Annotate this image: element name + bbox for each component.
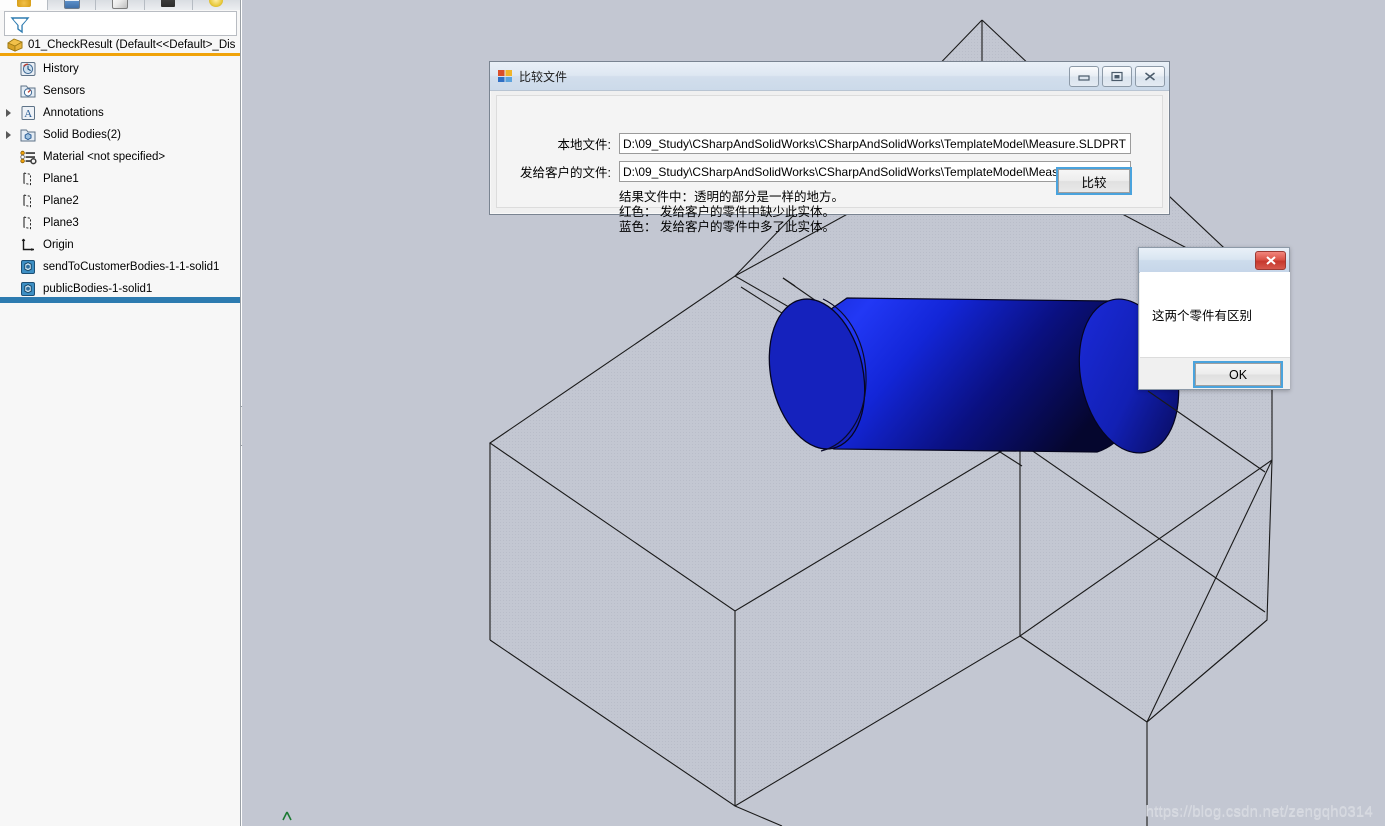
close-button[interactable] [1135, 66, 1165, 87]
display-sphere-icon [209, 0, 224, 7]
minimize-icon [1078, 75, 1090, 81]
tree-item-solid-bodies[interactable]: Solid Bodies(2) [0, 124, 240, 146]
tree-item-label: Plane1 [43, 173, 79, 185]
expander-icon[interactable] [5, 124, 15, 146]
message-box-content: 这两个零件有区别 [1140, 272, 1290, 357]
expander-placeholder [5, 168, 15, 190]
plane-icon [23, 194, 31, 208]
blue-cylinder-body [768, 297, 1180, 454]
display-manager-tab[interactable] [192, 0, 240, 10]
annotations-icon: A [21, 106, 35, 120]
origin-icon [21, 238, 34, 251]
close-icon [1145, 72, 1155, 81]
filter-funnel-icon [10, 17, 30, 34]
maximize-button[interactable] [1102, 66, 1132, 87]
customer-file-row: 发给客户的文件: [509, 161, 1131, 182]
dialog-title: 比较文件 [519, 69, 568, 84]
close-icon [1265, 256, 1276, 265]
customer-file-label: 发给客户的文件: [520, 166, 611, 180]
ok-button[interactable]: OK [1195, 363, 1281, 386]
feature-manager-tab[interactable] [0, 0, 49, 10]
expander-placeholder [5, 58, 15, 80]
tree-item-label: Annotations [43, 107, 104, 119]
expander-placeholder [5, 234, 15, 256]
plane-icon [23, 216, 31, 230]
expander-placeholder [5, 212, 15, 234]
expander-icon[interactable] [5, 102, 15, 124]
feature-tree-list: History Sensors A Annotations Solid Bodi… [0, 58, 240, 300]
tree-item-label: Plane3 [43, 217, 79, 229]
body-icon [21, 282, 35, 296]
expander-placeholder [5, 146, 15, 168]
legend-description: 结果文件中：透明的部分是一样的地方。 红色： 发给客户的零件中缺少此实体。 蓝色… [619, 190, 845, 234]
customer-file-input[interactable] [619, 161, 1131, 182]
feature-manager-panel: 01_CheckResult (Default<<Default>_Dis Hi… [0, 0, 241, 826]
tree-item-plane2[interactable]: Plane2 [0, 190, 240, 212]
tree-item-send-to-customer-body[interactable]: sendToCustomerBodies-1-1-solid1 [0, 256, 240, 278]
message-box-text: 这两个零件有区别 [1152, 309, 1253, 323]
solid-bodies-icon [20, 129, 36, 142]
property-panel-icon [63, 0, 80, 9]
tree-bottom-divider [0, 297, 240, 303]
dialog-titlebar[interactable]: 比较文件 [490, 62, 1169, 91]
compare-button[interactable]: 比较 [1058, 169, 1130, 193]
dimxpert-icon [161, 0, 176, 7]
message-box-titlebar[interactable] [1139, 248, 1289, 273]
message-box-close-button[interactable] [1255, 251, 1286, 270]
expander-placeholder [5, 256, 15, 278]
watermark-text: https://blog.csdn.net/zengqh0314 [1145, 803, 1373, 820]
message-box-dialog[interactable]: 这两个零件有区别 OK [1138, 247, 1290, 390]
tree-item-label: Solid Bodies(2) [43, 129, 121, 141]
tree-item-annotations[interactable]: A Annotations [0, 102, 240, 124]
feature-tree-icon [16, 0, 31, 7]
local-file-label: 本地文件: [557, 138, 611, 152]
history-icon [20, 62, 36, 76]
property-manager-tab[interactable] [48, 0, 97, 10]
tree-item-label: History [43, 63, 79, 75]
local-file-input[interactable] [619, 133, 1131, 154]
minimize-button[interactable] [1069, 66, 1099, 87]
tree-item-label: Material <not specified> [43, 151, 166, 163]
tree-filter-bar[interactable] [4, 11, 237, 36]
configuration-manager-tab[interactable] [96, 0, 145, 10]
winforms-app-icon [498, 70, 512, 82]
tree-item-label: sendToCustomerBodies-1-1-solid1 [43, 261, 220, 273]
expander-placeholder [5, 80, 15, 102]
feature-manager-tab-strip [0, 0, 240, 10]
tree-root-accent-bar [0, 53, 240, 56]
body-icon [21, 260, 35, 274]
tree-item-label: Sensors [43, 85, 86, 97]
message-box-footer: OK [1140, 357, 1290, 389]
sensors-icon [20, 85, 36, 98]
dimxpert-manager-tab[interactable] [144, 0, 193, 10]
svg-text:A: A [24, 108, 32, 120]
tree-item-plane1[interactable]: Plane1 [0, 168, 240, 190]
tree-item-plane3[interactable]: Plane3 [0, 212, 240, 234]
tree-item-label: Origin [43, 239, 74, 251]
expander-placeholder [5, 190, 15, 212]
tree-item-label: Plane2 [43, 195, 79, 207]
tree-root-label: 01_CheckResult (Default<<Default>_Dis [28, 38, 236, 51]
part-icon [7, 37, 23, 52]
tree-item-material[interactable]: Material <not specified> [0, 146, 240, 168]
local-file-row: 本地文件: [521, 133, 1131, 154]
material-icon [20, 150, 37, 165]
configuration-icon [112, 0, 128, 9]
tree-item-origin[interactable]: Origin [0, 234, 240, 256]
maximize-icon [1111, 71, 1123, 82]
origin-triad-icon [282, 811, 292, 821]
tree-root-item[interactable]: 01_CheckResult (Default<<Default>_Dis [0, 36, 240, 53]
tree-item-history[interactable]: History [0, 58, 240, 80]
tree-item-sensors[interactable]: Sensors [0, 80, 240, 102]
window-controls [1069, 66, 1165, 87]
plane-icon [23, 172, 31, 186]
